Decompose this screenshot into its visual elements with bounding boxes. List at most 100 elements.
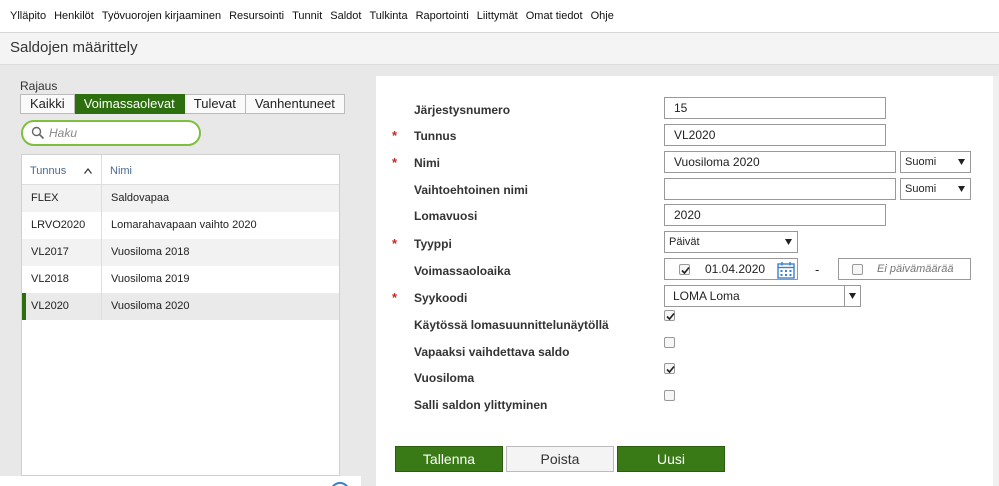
tyyppi-value: Päivät (669, 236, 700, 248)
filter-tab-voimassaolevat[interactable]: Voimassaolevat (74, 94, 185, 114)
form-scrollbar[interactable] (993, 76, 999, 486)
left-footer (0, 476, 361, 486)
column-header-nimi[interactable]: Nimi (102, 155, 132, 184)
required-mark: * (392, 290, 398, 305)
table-header: Tunnus Nimi (22, 155, 339, 185)
delete-button[interactable]: Poista (506, 446, 614, 472)
cell-nimi: Vuosiloma 2020 (111, 300, 190, 312)
label-vapaaksi-vaihdettava: Vapaaksi vaihdettava saldo (414, 345, 570, 359)
cell-tunnus: VL2017 (22, 239, 102, 266)
start-date-value: 01.04.2020 (705, 262, 766, 276)
ylittyminen-checkbox[interactable] (664, 390, 675, 401)
end-date-input[interactable] (877, 261, 967, 277)
save-button[interactable]: Tallenna (395, 446, 503, 472)
nav-omat-tiedot[interactable]: Omat tiedot (526, 10, 583, 22)
jarjestysnumero-input[interactable]: 15 (664, 97, 886, 119)
nav-henkilot[interactable]: Henkilöt (54, 10, 94, 22)
nav-yllapito[interactable]: Ylläpito (10, 10, 46, 22)
lomasuunnittelu-checkbox[interactable] (664, 310, 675, 321)
nav-liittymat[interactable]: Liittymät (477, 10, 518, 22)
search-input[interactable] (49, 125, 194, 141)
vuosiloma-checkbox[interactable] (664, 363, 675, 374)
required-mark: * (392, 236, 398, 251)
label-tunnus: Tunnus (414, 129, 457, 143)
chevron-down-icon (785, 239, 792, 245)
tyyppi-select[interactable]: Päivät (664, 231, 798, 253)
checkmark-icon (666, 365, 675, 374)
start-date-checkbox[interactable] (679, 264, 690, 275)
cell-nimi: Saldovapaa (111, 192, 170, 204)
calendar-icon[interactable] (777, 261, 795, 279)
cell-tunnus: VL2018 (22, 266, 102, 293)
label-lomavuosi: Lomavuosi (414, 209, 478, 223)
label-syykoodi: Syykoodi (414, 291, 468, 305)
cell-tunnus: FLEX (22, 185, 102, 212)
chevron-down-icon (849, 293, 856, 299)
label-vuosiloma: Vuosiloma (414, 371, 475, 385)
label-lomasuunnittelu: Käytössä lomasuunnittelunäytöllä (414, 318, 609, 332)
chevron-down-icon (958, 159, 965, 165)
cell-nimi: Vuosiloma 2019 (111, 273, 190, 285)
filter-tab-kaikki[interactable]: Kaikki (20, 94, 75, 114)
vapaaksi-checkbox[interactable] (664, 337, 675, 348)
label-nimi: Nimi (414, 156, 441, 170)
table-row-selected[interactable]: VL2020 Vuosiloma 2020 (22, 293, 339, 320)
filter-tabs: Kaikki Voimassaolevat Tulevat Vanhentune… (20, 94, 345, 114)
required-mark: * (392, 155, 398, 170)
table-row[interactable]: VL2017 Vuosiloma 2018 (22, 239, 339, 266)
nav-tyovuorojen-kirjaaminen[interactable]: Työvuorojen kirjaaminen (102, 10, 221, 22)
table-body: FLEX Saldovapaa LRVO2020 Lomarahavapaan … (22, 185, 339, 320)
table-row[interactable]: FLEX Saldovapaa (22, 185, 339, 212)
vaihtoehtoinen-nimi-input[interactable] (664, 178, 896, 200)
search-box (21, 120, 201, 146)
new-button[interactable]: Uusi (617, 446, 725, 472)
table-row[interactable]: VL2018 Vuosiloma 2019 (22, 266, 339, 293)
nimi-input[interactable]: Vuosiloma 2020 (664, 151, 896, 173)
nimi-language-select[interactable]: Suomi (900, 151, 971, 173)
checkmark-icon (681, 266, 690, 275)
end-date-field[interactable] (838, 258, 971, 280)
table-row[interactable]: LRVO2020 Lomarahavapaan vaihto 2020 (22, 212, 339, 239)
checkmark-icon (666, 312, 675, 321)
page-title: Saldojen määrittely (10, 39, 138, 56)
sort-ascending-icon (84, 168, 92, 174)
label-salli-ylittyminen: Salli saldon ylittyminen (414, 398, 548, 412)
tunnus-input[interactable]: VL2020 (664, 124, 886, 146)
column-header-tunnus[interactable]: Tunnus (22, 155, 102, 184)
filter-tab-tulevat[interactable]: Tulevat (184, 94, 246, 114)
cell-nimi: Lomarahavapaan vaihto 2020 (111, 219, 257, 231)
syykoodi-value: LOMA Loma (673, 289, 740, 303)
filter-label: Rajaus (20, 79, 58, 93)
nav-resursointi[interactable]: Resursointi (229, 10, 284, 22)
end-date-checkbox[interactable] (852, 264, 863, 275)
nav-tulkinta[interactable]: Tulkinta (369, 10, 407, 22)
cell-tunnus: VL2020 (22, 293, 102, 320)
top-navigation: Ylläpito Henkilöt Työvuorojen kirjaamine… (0, 0, 999, 33)
balance-table: Tunnus Nimi FLEX Saldovapaa LRVO2020 Lom… (21, 154, 340, 476)
vaihtoehtoinen-language-value: Suomi (905, 183, 937, 195)
label-tyyppi: Tyyppi (414, 237, 452, 251)
nav-ohje[interactable]: Ohje (591, 10, 614, 22)
nimi-language-value: Suomi (905, 156, 937, 168)
detail-form: Järjestysnumero 15 * Tunnus VL2020 * Nim… (376, 76, 999, 486)
lomavuosi-input[interactable]: 2020 (664, 204, 886, 226)
chevron-down-icon (958, 186, 965, 192)
label-jarjestysnumero: Järjestysnumero (414, 103, 511, 117)
nav-saldot[interactable]: Saldot (330, 10, 361, 22)
label-vaihtoehtoinen-nimi: Vaihtoehtoinen nimi (414, 183, 529, 197)
label-voimassaoloaika: Voimassaoloaika (414, 264, 511, 278)
nav-raportointi[interactable]: Raportointi (416, 10, 469, 22)
column-header-tunnus-label: Tunnus (30, 165, 67, 177)
cell-nimi: Vuosiloma 2018 (111, 246, 190, 258)
filter-tab-vanhentuneet[interactable]: Vanhentuneet (245, 94, 345, 114)
date-range-separator: - (815, 262, 820, 277)
left-panel: Rajaus Kaikki Voimassaolevat Tulevat Van… (0, 66, 361, 486)
start-date-field[interactable]: 01.04.2020 (664, 258, 798, 280)
nav-tunnit[interactable]: Tunnit (292, 10, 322, 22)
page-header: Saldojen määrittely (0, 33, 999, 65)
cell-tunnus: LRVO2020 (22, 212, 102, 239)
search-icon (31, 126, 45, 140)
syykoodi-select[interactable]: LOMA Loma (664, 285, 861, 307)
vaihtoehtoinen-language-select[interactable]: Suomi (900, 178, 971, 200)
syykoodi-dropdown-button[interactable] (844, 286, 860, 306)
